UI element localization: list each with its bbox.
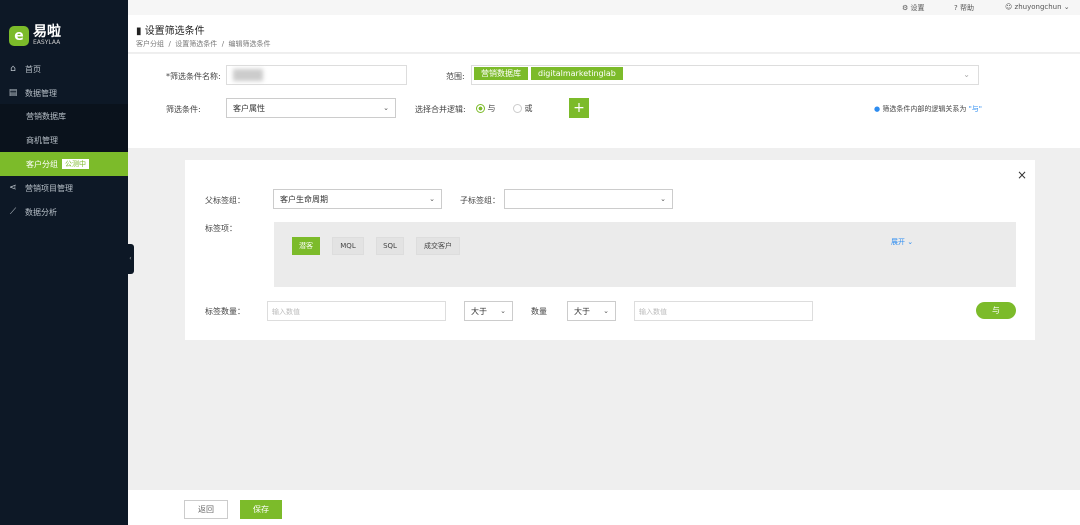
chevron-down-icon: ⌄ (429, 195, 435, 203)
filter-form: *筛选条件名称: 范围: 营销数据库 digitalmarketinglab ⌄ 筛… (128, 54, 1080, 148)
add-condition-button[interactable]: + (569, 98, 589, 118)
sidebar: e 易啦 EASYLAA ⌂ 首页 ▤ 数据管理 营销数据库 商机管理 客户分组 公测中… (0, 0, 128, 525)
home-icon: ⌂ (10, 64, 16, 74)
help-link[interactable]: ? 帮助 (954, 3, 974, 13)
child-label: 子标签组： (460, 196, 500, 205)
value: 大于 (574, 306, 590, 316)
name-input[interactable] (226, 65, 407, 85)
tag-item[interactable]: MQL (332, 237, 364, 255)
parent-label: 父标签组： (205, 196, 245, 205)
parent-select[interactable]: 客户生命周期 ⌄ (273, 189, 442, 209)
logic-or-radio[interactable]: 或 (513, 103, 533, 114)
qty-operator-select[interactable]: 大于 ⌄ (567, 301, 616, 321)
value: 客户属性 (233, 103, 265, 113)
count-input[interactable]: 输入数值 (267, 301, 446, 321)
tags-label: 标签项： (205, 224, 237, 233)
condition-select[interactable]: 客户属性 ⌄ (226, 98, 396, 118)
tag-item[interactable]: 潜客 (292, 237, 320, 255)
chevron-down-icon: ⌄ (660, 195, 666, 203)
label: 营销数据库 (26, 111, 66, 121)
settings-link[interactable]: ⚙ 设置 (902, 3, 925, 13)
tag-item[interactable]: 成交客户 (416, 237, 460, 255)
scope-chip[interactable]: digitalmarketinglab (531, 67, 623, 80)
logic-label: 选择合并逻辑: (415, 105, 466, 114)
sidebar-item-home[interactable]: ⌂ 首页 (0, 57, 128, 81)
label: 营销项目管理 (25, 183, 73, 193)
sidebar-item-projects[interactable]: ⋖ 营销项目管理 (0, 176, 128, 200)
label: 首页 (25, 64, 41, 74)
logic-and-radio[interactable]: 与 (476, 103, 496, 114)
save-button[interactable]: 保存 (240, 500, 282, 519)
logo: e 易啦 EASYLAA (9, 24, 61, 46)
scope-label: 范围: (446, 72, 465, 81)
qty-label: 数量 (531, 307, 547, 316)
database-icon: ▤ (8, 88, 18, 98)
sidebar-collapse-handle[interactable]: ‹ (127, 244, 134, 274)
user-menu[interactable]: ☺ zhuyongchun ⌄ (1005, 3, 1070, 11)
info-icon: ● (874, 105, 881, 113)
scope-select[interactable]: 营销数据库 digitalmarketinglab ⌄ (471, 65, 979, 85)
page-title: ▮ 设置筛选条件 (136, 26, 205, 37)
logo-title: 易啦 (33, 24, 61, 40)
close-button[interactable]: × (1017, 168, 1027, 182)
label: 数据管理 (25, 88, 57, 98)
sidebar-item-opportunity[interactable]: 商机管理 (0, 128, 128, 152)
crumb[interactable]: 设置筛选条件 (175, 40, 217, 48)
sidebar-item-analytics[interactable]: ⟋ 数据分析 (0, 200, 128, 224)
tag-filter-card: × 父标签组： 客户生命周期 ⌄ 子标签组： ⌄ 标签项： 潜客 MQL SQL … (185, 160, 1035, 340)
chevron-down-icon: ⌄ (603, 307, 609, 315)
beta-badge: 公测中 (62, 159, 89, 169)
tag-area: 潜客 MQL SQL 成交客户 展开 ⌄ (274, 222, 1016, 287)
logo-mark: e (9, 26, 29, 46)
count-label: 标签数量： (205, 307, 245, 316)
value: 客户生命周期 (280, 194, 328, 204)
topbar: ⚙ 设置 ? 帮助 ☺ zhuyongchun ⌄ (128, 0, 1080, 15)
condition-label: 筛选条件: (166, 105, 201, 114)
and-button[interactable]: 与 (976, 302, 1016, 319)
child-select[interactable]: ⌄ (504, 189, 673, 209)
breadcrumb: 客户分组 / 设置筛选条件 / 编辑筛选条件 (136, 40, 271, 48)
tag-item[interactable]: SQL (376, 237, 404, 255)
crumb[interactable]: 客户分组 (136, 40, 164, 48)
back-button[interactable]: 返回 (184, 500, 228, 519)
chevron-down-icon: ⌄ (963, 70, 970, 79)
label: 商机管理 (26, 135, 58, 145)
qty-input[interactable]: 输入数值 (634, 301, 813, 321)
logo-subtitle: EASYLAA (33, 39, 61, 46)
scope-chip[interactable]: 营销数据库 (474, 67, 528, 80)
label: 数据分析 (25, 207, 57, 217)
logic-hint: ● 筛选条件内部的逻辑关系为 "与" (874, 105, 983, 113)
name-label: *筛选条件名称: (166, 72, 221, 81)
sidebar-item-customer-group[interactable]: 客户分组 公测中 (0, 152, 128, 176)
sidebar-item-data[interactable]: ▤ 数据管理 (0, 81, 128, 105)
chevron-down-icon: ⌄ (383, 104, 389, 112)
crumb: 编辑筛选条件 (228, 40, 271, 48)
chart-icon: ⟋ (9, 207, 17, 217)
share-icon: ⋖ (9, 183, 17, 193)
footer: 返回 保存 (128, 490, 1080, 525)
page-header: ▮ 设置筛选条件 客户分组 / 设置筛选条件 / 编辑筛选条件 (128, 15, 1080, 53)
expand-link[interactable]: 展开 ⌄ (891, 237, 913, 247)
value: 大于 (471, 306, 487, 316)
chevron-down-icon: ⌄ (500, 307, 506, 315)
operator-select[interactable]: 大于 ⌄ (464, 301, 513, 321)
label: 客户分组 (26, 159, 58, 169)
sidebar-item-marketing-db[interactable]: 营销数据库 (0, 104, 128, 128)
